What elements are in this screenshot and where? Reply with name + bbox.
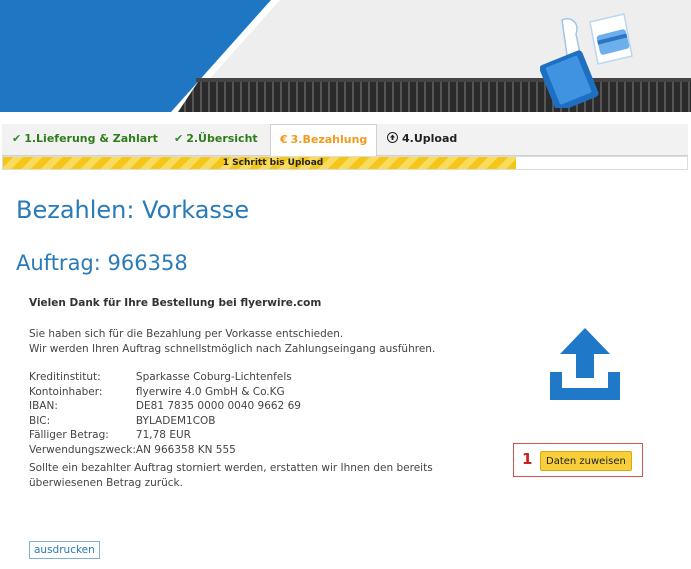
cancellation-line: Sollte ein bezahlter Auftrag storniert w…: [29, 462, 433, 474]
upload-icon: [550, 328, 620, 400]
bank-value: AN 966358 KN 555: [135, 443, 236, 456]
bank-row: Kontoinhaber: flyerwire 4.0 GmbH & Co.KG: [29, 386, 301, 401]
upload-progress-bar: 1 Schritt bis Upload: [2, 156, 688, 170]
cancellation-line: überwiesenen Betrag zurück.: [29, 477, 183, 489]
tab-label: 2.Übersicht: [186, 132, 258, 145]
bank-value: flyerwire 4.0 GmbH & Co.KG: [135, 385, 285, 398]
bank-label: BIC:: [29, 414, 51, 427]
progress-label: 1 Schritt bis Upload: [222, 158, 324, 168]
tab-bezahlung[interactable]: €3.Bezahlung: [270, 124, 378, 156]
tab-lieferung-zahlart[interactable]: ✔ 1.Lieferung & Zahlart: [12, 124, 158, 154]
upload-circle-icon: [387, 132, 398, 143]
bank-value: BYLADEM1COB: [135, 414, 216, 427]
intro-line: Sie haben sich für die Bezahlung per Vor…: [29, 328, 344, 340]
tab-upload[interactable]: 4.Upload: [387, 124, 457, 154]
step-marker-number: 1: [522, 450, 533, 468]
page-title: Bezahlen: Vorkasse: [16, 196, 250, 224]
bank-row: Kreditinstitut: Sparkasse Coburg-Lichtenf…: [29, 371, 301, 386]
header-banner: [0, 0, 691, 112]
order-number: Auftrag: 966358: [16, 251, 188, 275]
bank-label: IBAN:: [29, 400, 58, 412]
print-button[interactable]: ausdrucken: [29, 541, 100, 559]
checkmark-icon: ✔: [174, 132, 184, 145]
bank-details: Kreditinstitut: Sparkasse Coburg-Lichtenf…: [29, 371, 301, 458]
bank-label: Kreditinstitut:: [29, 371, 101, 383]
bank-label: Verwendungszweck:: [29, 443, 136, 456]
bank-row: Fälliger Betrag: 71,78 EUR: [29, 429, 301, 444]
bank-label: Fälliger Betrag:: [29, 429, 109, 441]
assign-data-button[interactable]: Daten zuweisen: [540, 451, 632, 471]
tab-uebersicht[interactable]: ✔ 2.Übersicht: [174, 124, 258, 154]
bank-row: BIC: BYLADEM1COB: [29, 415, 301, 430]
assign-data-highlight: 1 Daten zuweisen: [513, 443, 643, 477]
phone-payment-illustration-icon: [540, 13, 633, 108]
bank-row: IBAN: DE81 7835 0000 0040 9662 69: [29, 400, 301, 415]
thank-you-text: Vielen Dank für Ihre Bestellung bei flye…: [29, 297, 322, 309]
checkout-steps: ✔ 1.Lieferung & Zahlart ✔ 2.Übersicht €3.B…: [2, 124, 688, 156]
bank-value: 71,78 EUR: [135, 429, 191, 441]
bank-label: Kontoinhaber:: [29, 385, 103, 398]
tab-label: 1.Lieferung & Zahlart: [24, 132, 158, 145]
tab-label: 4.Upload: [402, 132, 458, 145]
bank-value: Sparkasse Coburg-Lichtenfels: [135, 371, 292, 383]
tab-label: 3.Bezahlung: [290, 133, 368, 146]
intro-line: Wir werden Ihren Auftrag schnellstmöglic…: [29, 343, 436, 355]
bank-row: Verwendungszweck: AN 966358 KN 555: [29, 444, 301, 459]
cancellation-text: Sollte ein bezahlter Auftrag storniert w…: [29, 461, 433, 491]
euro-icon: €: [280, 133, 288, 146]
intro-text: Sie haben sich für die Bezahlung per Vor…: [29, 327, 435, 357]
checkmark-icon: ✔: [12, 132, 22, 145]
bank-value: DE81 7835 0000 0040 9662 69: [135, 400, 301, 412]
